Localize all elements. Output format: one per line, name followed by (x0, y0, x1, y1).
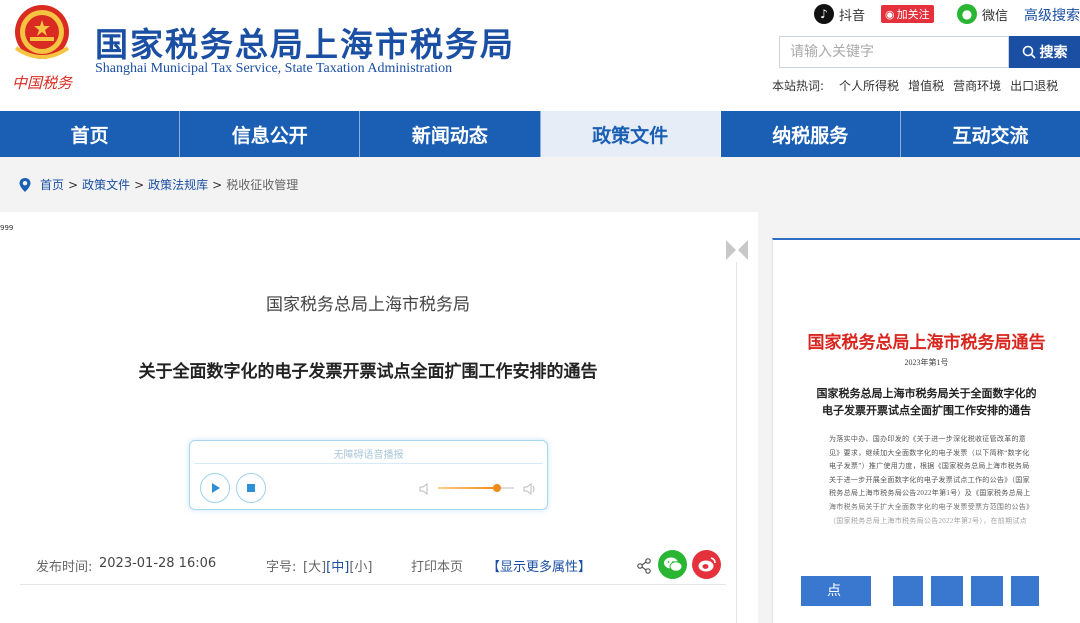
pixelated-block (931, 576, 963, 606)
audio-player: 无障碍语音播报 (189, 440, 548, 510)
wechat-share-button[interactable] (658, 550, 687, 579)
breadcrumb-separator: > (68, 177, 79, 192)
breadcrumb-current: 税收征收管理 (226, 178, 299, 192)
nav-item-policy[interactable]: 政策文件 (540, 111, 721, 157)
stop-button[interactable] (236, 473, 266, 503)
pixelated-block (971, 576, 1003, 606)
nav-item-news[interactable]: 新闻动态 (360, 111, 541, 157)
hot-words-label: 本站热词: (772, 79, 825, 93)
volume-slider[interactable] (438, 484, 514, 492)
svg-text:中国税务: 中国税务 (12, 74, 74, 92)
hot-words: 本站热词: 个人所得税 增值税 营商环境 出口退税 (772, 77, 1058, 94)
wechat-label: 微信 (982, 8, 1009, 24)
weibo-share-button[interactable] (692, 550, 721, 579)
collapse-sidebar-icon[interactable] (725, 239, 749, 265)
pixelated-block (893, 576, 923, 606)
stop-icon (247, 484, 255, 492)
weibo-follow-button[interactable]: ◉ 加关注 (881, 4, 934, 24)
wechat-icon (663, 557, 682, 572)
hot-word-item[interactable]: 营商环境 (953, 77, 1001, 94)
breadcrumb-separator: > (212, 177, 223, 192)
hot-word-item[interactable]: 个人所得税 (839, 77, 899, 94)
publish-time-label: 发布时间: (36, 560, 93, 575)
show-more-attributes-link[interactable]: 【显示更多属性】 (487, 556, 591, 575)
font-size-large[interactable]: [大] (303, 560, 326, 575)
search-placeholder: 请输入关键字 (790, 44, 874, 60)
site-title[interactable]: 国家税务总局上海市税务局 (95, 18, 515, 66)
preview-fade (773, 498, 1080, 558)
play-button[interactable] (200, 473, 230, 503)
corner-mark: 999 (0, 224, 14, 232)
font-size-options: [大][中][小] (303, 556, 372, 575)
issuing-organization: 国家税务总局上海市税务局 (266, 295, 470, 315)
notice-title: 国家税务总局上海市税务局关于全面数字化的电子发票开票试点全面扩围工作安排的通告 (816, 388, 1037, 417)
view-document-button[interactable]: 点 (801, 576, 871, 606)
breadcrumb-home[interactable]: 首页 (40, 176, 64, 193)
wechat-link[interactable]: ● 微信 (957, 4, 1008, 24)
hot-word-item[interactable]: 增值税 (908, 77, 944, 94)
advanced-search-link[interactable]: 高级搜索 (1024, 5, 1080, 25)
publish-time: 2023-01-28 16:06 (99, 556, 217, 571)
national-emblem-logo: 中国税务 (6, 2, 78, 94)
audio-player-label: 无障碍语音播报 (333, 450, 404, 461)
notice-heading: 国家税务总局上海市税务局通告 (807, 333, 1046, 352)
douyin-link[interactable]: ♪ 抖音 (814, 4, 865, 24)
breadcrumb: 首页 > 政策文件 > 政策法规库 > 税收征收管理 (18, 176, 298, 193)
main-nav: 首页 信息公开 新闻动态 政策文件 纳税服务 互动交流 (0, 111, 1080, 157)
font-size-medium[interactable]: [中] (326, 560, 349, 575)
notice-number: 2023年第1号 (904, 358, 949, 367)
share-icon[interactable] (636, 558, 652, 578)
breadcrumb-policy[interactable]: 政策文件 (82, 176, 130, 193)
search-button-label: 搜索 (1039, 45, 1068, 61)
hot-word-item[interactable]: 出口退税 (1010, 77, 1058, 94)
search-input[interactable]: 请输入关键字 (779, 36, 1009, 68)
play-icon (212, 483, 220, 493)
wechat-icon: ● (957, 4, 977, 24)
site-subtitle: Shanghai Municipal Tax Service, State Ta… (95, 61, 453, 76)
weibo-icon (698, 557, 716, 572)
weibo-follow-label: 加关注 (896, 8, 930, 21)
pixelated-block (1011, 576, 1039, 606)
font-size-label: 字号: (266, 560, 297, 575)
douyin-label: 抖音 (839, 8, 866, 24)
breadcrumb-policy-library[interactable]: 政策法规库 (148, 176, 208, 193)
panel-divider (736, 262, 737, 623)
location-pin-icon (19, 177, 31, 192)
article-title: 关于全面数字化的电子发票开票试点全面扩围工作安排的通告 (138, 362, 598, 382)
volume-slider-fill (438, 487, 498, 489)
search-button[interactable]: 搜索 (1009, 36, 1080, 68)
font-size-small[interactable]: [小] (349, 560, 372, 575)
nav-item-info-disclosure[interactable]: 信息公开 (180, 111, 361, 157)
volume-slider-handle[interactable] (493, 484, 502, 492)
article-meta-bar: 发布时间: 2023-01-28 16:06 字号: [大][中][小] 打印本… (20, 546, 726, 585)
volume-high-icon[interactable] (522, 481, 538, 500)
search-icon (1022, 45, 1036, 59)
nav-item-home[interactable]: 首页 (0, 111, 181, 157)
douyin-icon: ♪ (814, 4, 834, 24)
nav-item-tax-service[interactable]: 纳税服务 (721, 111, 901, 157)
document-preview-card[interactable]: 国家税务总局上海市税务局通告 2023年第1号 国家税务总局上海市税务局关于全面… (772, 238, 1080, 623)
nav-item-interaction[interactable]: 互动交流 (901, 111, 1080, 157)
breadcrumb-separator: > (134, 177, 145, 192)
print-link[interactable]: 打印本页 (411, 556, 463, 575)
audio-player-divider (194, 463, 543, 464)
weibo-icon: ◉ (885, 7, 895, 21)
volume-low-icon (418, 481, 432, 500)
